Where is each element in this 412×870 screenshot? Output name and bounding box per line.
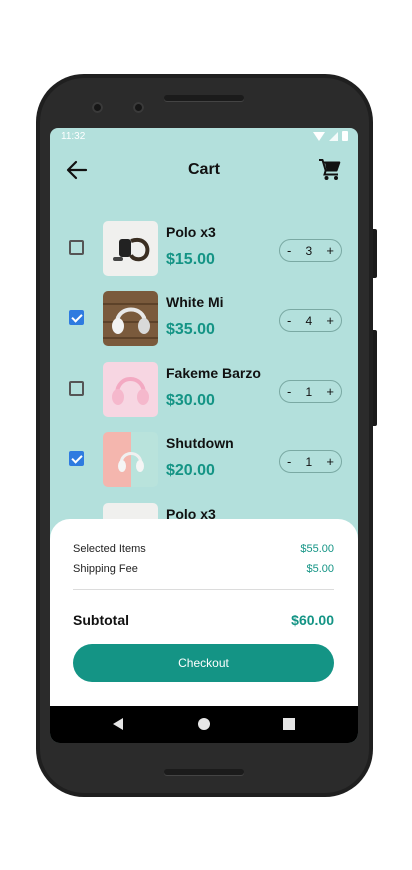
shipping-fee-row: Shipping Fee $5.00 xyxy=(73,563,334,575)
status-icons xyxy=(313,131,348,141)
item-checkbox[interactable] xyxy=(69,240,84,255)
decrease-button[interactable]: - xyxy=(287,243,291,258)
nav-recent-icon[interactable] xyxy=(283,718,295,730)
quantity-stepper: - 4 + xyxy=(279,309,342,332)
subtotal-label: Subtotal xyxy=(73,612,129,628)
battery-icon xyxy=(342,131,348,141)
selected-items-row: Selected Items $55.00 xyxy=(73,543,334,555)
quantity-value: 1 xyxy=(305,454,313,469)
product-thumbnail xyxy=(103,291,158,346)
increase-button[interactable]: + xyxy=(326,454,334,469)
status-bar: 11:32 xyxy=(50,128,358,146)
item-name: Fakeme Barzo xyxy=(166,365,261,381)
increase-button[interactable]: + xyxy=(326,384,334,399)
shipping-fee-value: $5.00 xyxy=(306,563,334,575)
navigation-bar xyxy=(50,706,358,743)
app-bar: Cart xyxy=(50,150,358,190)
selected-items-value: $55.00 xyxy=(300,543,334,555)
nav-home-icon[interactable] xyxy=(198,718,210,730)
screen: 11:32 Cart Polo x3 $15.00 - 3 + White Mi… xyxy=(50,128,358,743)
checkout-button[interactable]: Checkout xyxy=(73,644,334,682)
earpiece-speaker xyxy=(164,95,244,101)
item-name: Polo x3 xyxy=(166,224,216,240)
product-thumbnail xyxy=(103,221,158,276)
page-title: Cart xyxy=(187,161,220,178)
increase-button[interactable]: + xyxy=(326,243,334,258)
signal-icon xyxy=(329,131,338,141)
subtotal-value: $60.00 xyxy=(291,612,334,628)
selected-items-label: Selected Items xyxy=(73,543,146,555)
volume-button xyxy=(373,330,377,426)
quantity-stepper: - 1 + xyxy=(279,450,342,473)
decrease-button[interactable]: - xyxy=(287,384,291,399)
bottom-speaker xyxy=(164,769,244,775)
item-checkbox[interactable] xyxy=(69,451,84,466)
nav-back-icon[interactable] xyxy=(113,718,123,730)
decrease-button[interactable]: - xyxy=(287,313,291,328)
item-checkbox[interactable] xyxy=(69,310,84,325)
quantity-value: 1 xyxy=(305,384,313,399)
cart-icon[interactable] xyxy=(318,158,342,182)
status-time: 11:32 xyxy=(61,131,86,142)
order-summary-sheet: Selected Items $55.00 Shipping Fee $5.00… xyxy=(50,519,358,709)
quantity-value: 3 xyxy=(305,243,313,258)
wifi-icon xyxy=(313,131,325,141)
power-button xyxy=(373,229,377,278)
item-price: $30.00 xyxy=(166,392,215,409)
sensor-icon xyxy=(133,102,144,113)
item-name: White Mi xyxy=(166,294,224,310)
item-checkbox[interactable] xyxy=(69,381,84,396)
item-price: $35.00 xyxy=(166,321,215,338)
cart-item: White Mi $35.00 - 4 + xyxy=(50,289,358,347)
decrease-button[interactable]: - xyxy=(287,454,291,469)
shipping-fee-label: Shipping Fee xyxy=(73,563,138,575)
product-thumbnail xyxy=(103,432,158,487)
increase-button[interactable]: + xyxy=(326,313,334,328)
item-name: Shutdown xyxy=(166,435,234,451)
product-thumbnail xyxy=(103,362,158,417)
camera-icon xyxy=(92,102,103,113)
item-price: $20.00 xyxy=(166,462,215,479)
cart-item: Fakeme Barzo $30.00 - 1 + xyxy=(50,360,358,418)
quantity-stepper: - 3 + xyxy=(279,239,342,262)
quantity-value: 4 xyxy=(305,313,313,328)
cart-item: Polo x3 $15.00 - 3 + xyxy=(50,219,358,277)
divider xyxy=(73,589,334,590)
cart-item: Shutdown $20.00 - 1 + xyxy=(50,430,358,488)
item-price: $15.00 xyxy=(166,251,215,268)
quantity-stepper: - 1 + xyxy=(279,380,342,403)
